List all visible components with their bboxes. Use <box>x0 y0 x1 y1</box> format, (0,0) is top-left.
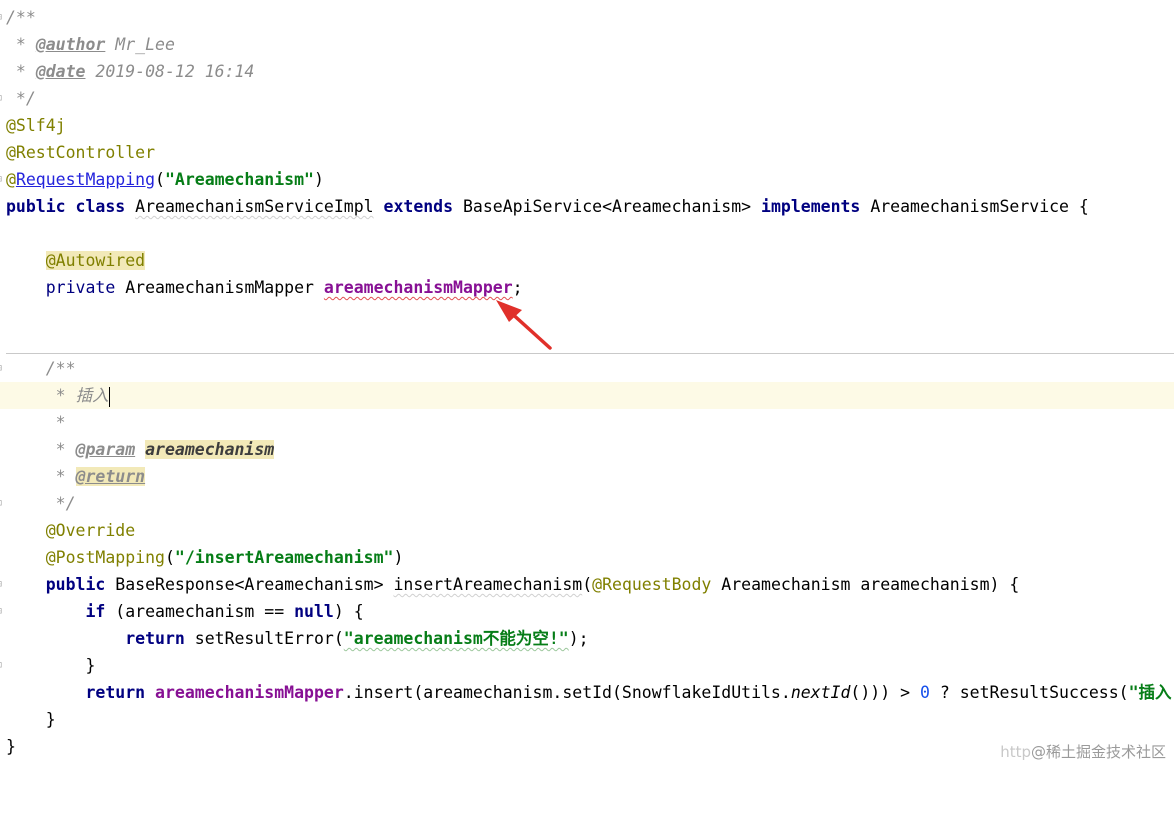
watermark-prefix: http <box>1000 743 1031 761</box>
annotation-arrow <box>496 300 552 350</box>
watermark-brand: @稀土掘金技术社区 <box>1030 743 1166 761</box>
watermark: http@稀土掘金技术社区 <box>1000 741 1166 762</box>
